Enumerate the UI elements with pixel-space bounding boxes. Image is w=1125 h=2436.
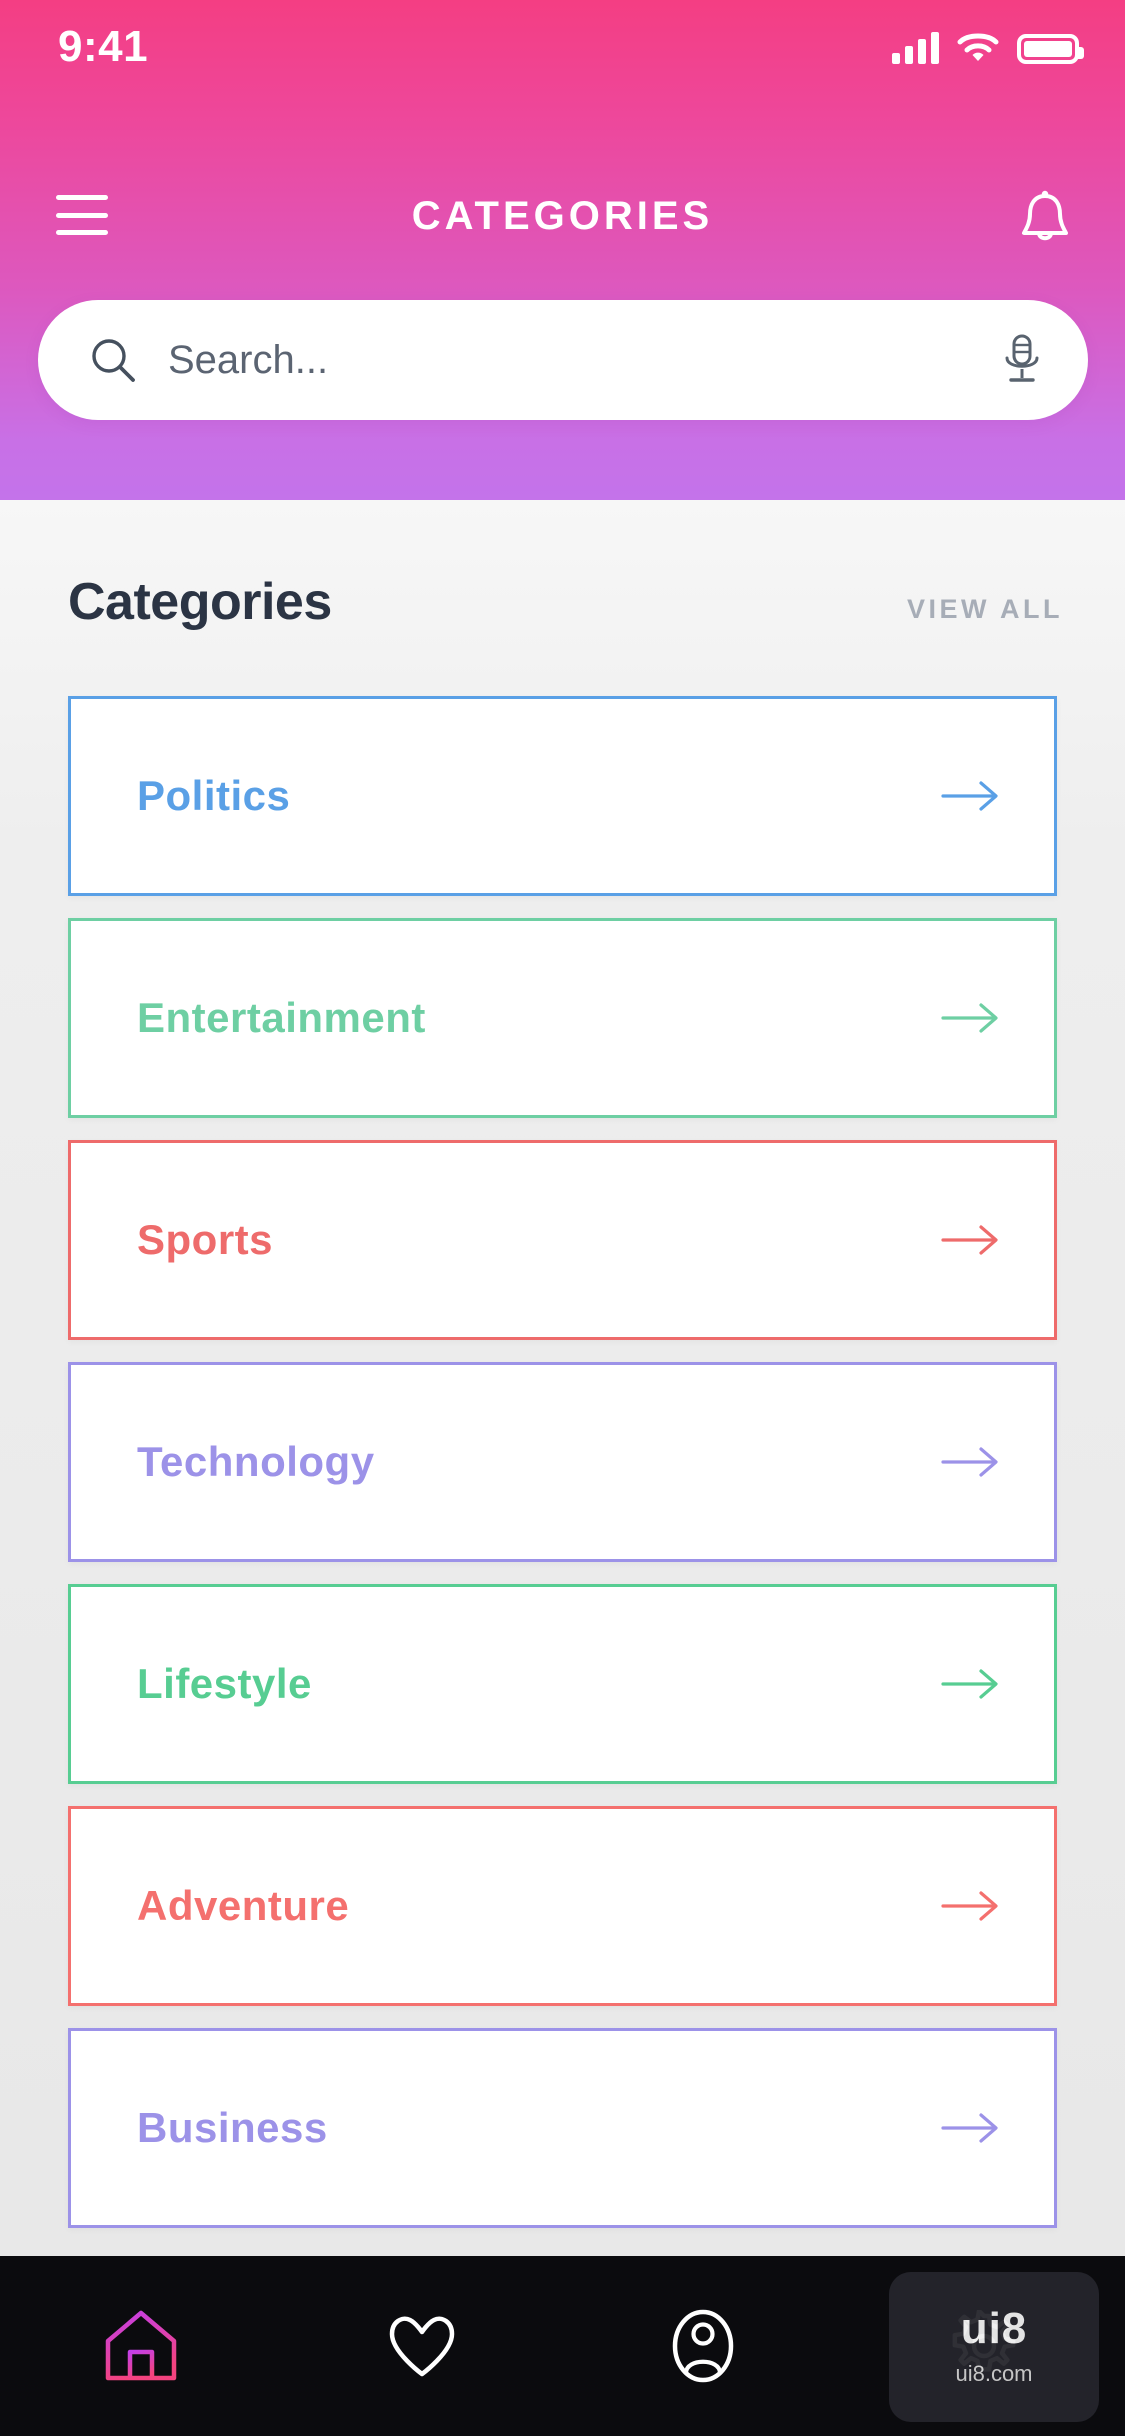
arrow-right-icon[interactable] bbox=[940, 1667, 1002, 1701]
profile-icon bbox=[671, 2309, 735, 2383]
page-title: CATEGORIES bbox=[411, 194, 714, 238]
cellular-signal-icon bbox=[892, 30, 939, 64]
search-bar[interactable] bbox=[38, 300, 1088, 420]
category-card[interactable]: Technology bbox=[68, 1362, 1057, 1562]
main-content: Categories VIEW ALL Politics Entertainmen… bbox=[0, 500, 1125, 2436]
app-header: 9:41 CATEGORIES bbox=[0, 0, 1125, 520]
category-card[interactable]: Politics bbox=[68, 696, 1057, 896]
category-card-label: Technology bbox=[137, 1438, 375, 1485]
category-card-label: Business bbox=[137, 2104, 328, 2151]
arrow-right-icon[interactable] bbox=[940, 1445, 1002, 1479]
section-header: Categories VIEW ALL bbox=[0, 573, 1125, 640]
category-card[interactable]: Entertainment bbox=[68, 918, 1057, 1118]
bell-icon[interactable] bbox=[1017, 188, 1073, 248]
wifi-icon bbox=[957, 32, 999, 64]
arrow-right-icon[interactable] bbox=[940, 1223, 1002, 1257]
watermark-logo: ui8 bbox=[960, 2304, 1028, 2353]
status-bar-time: 9:41 bbox=[58, 22, 149, 71]
category-card-label: Sports bbox=[137, 1216, 274, 1263]
arrow-right-icon[interactable] bbox=[940, 1001, 1002, 1035]
heart-icon bbox=[386, 2312, 458, 2380]
section-title: Categories bbox=[68, 573, 332, 631]
search-input[interactable] bbox=[136, 337, 1000, 383]
category-card[interactable]: Lifestyle bbox=[68, 1584, 1057, 1784]
arrow-right-icon[interactable] bbox=[940, 779, 1002, 813]
battery-full-icon bbox=[1017, 34, 1084, 64]
search-icon bbox=[90, 337, 136, 383]
nav-item-home[interactable] bbox=[0, 2256, 281, 2436]
header-nav-row: CATEGORIES bbox=[0, 170, 1125, 270]
status-bar: 9:41 bbox=[0, 0, 1125, 100]
arrow-right-icon[interactable] bbox=[940, 2111, 1002, 2145]
category-card[interactable]: Adventure bbox=[68, 1806, 1057, 2006]
category-card-label: Adventure bbox=[137, 1882, 350, 1929]
category-card-label: Lifestyle bbox=[137, 1660, 312, 1707]
bottom-navigation-bar: ui8 ui8.com bbox=[0, 2256, 1125, 2436]
category-card[interactable]: Sports bbox=[68, 1140, 1057, 1340]
arrow-right-icon[interactable] bbox=[940, 1889, 1002, 1923]
nav-item-profile[interactable] bbox=[563, 2256, 844, 2436]
category-card-label: Politics bbox=[137, 772, 291, 819]
category-card[interactable]: Business bbox=[68, 2028, 1057, 2228]
status-bar-indicators bbox=[892, 30, 1084, 64]
microphone-icon[interactable] bbox=[1000, 333, 1044, 387]
category-list: Politics Entertainment Sports Technology Lif… bbox=[0, 696, 1125, 2250]
watermark-url: ui8.com bbox=[955, 2361, 1033, 2386]
category-card-label: Entertainment bbox=[137, 994, 426, 1041]
home-icon bbox=[102, 2308, 180, 2384]
view-all-link[interactable]: VIEW ALL bbox=[907, 594, 1063, 625]
nav-item-favorites[interactable] bbox=[281, 2256, 562, 2436]
watermark: ui8 ui8.com bbox=[889, 2272, 1099, 2422]
